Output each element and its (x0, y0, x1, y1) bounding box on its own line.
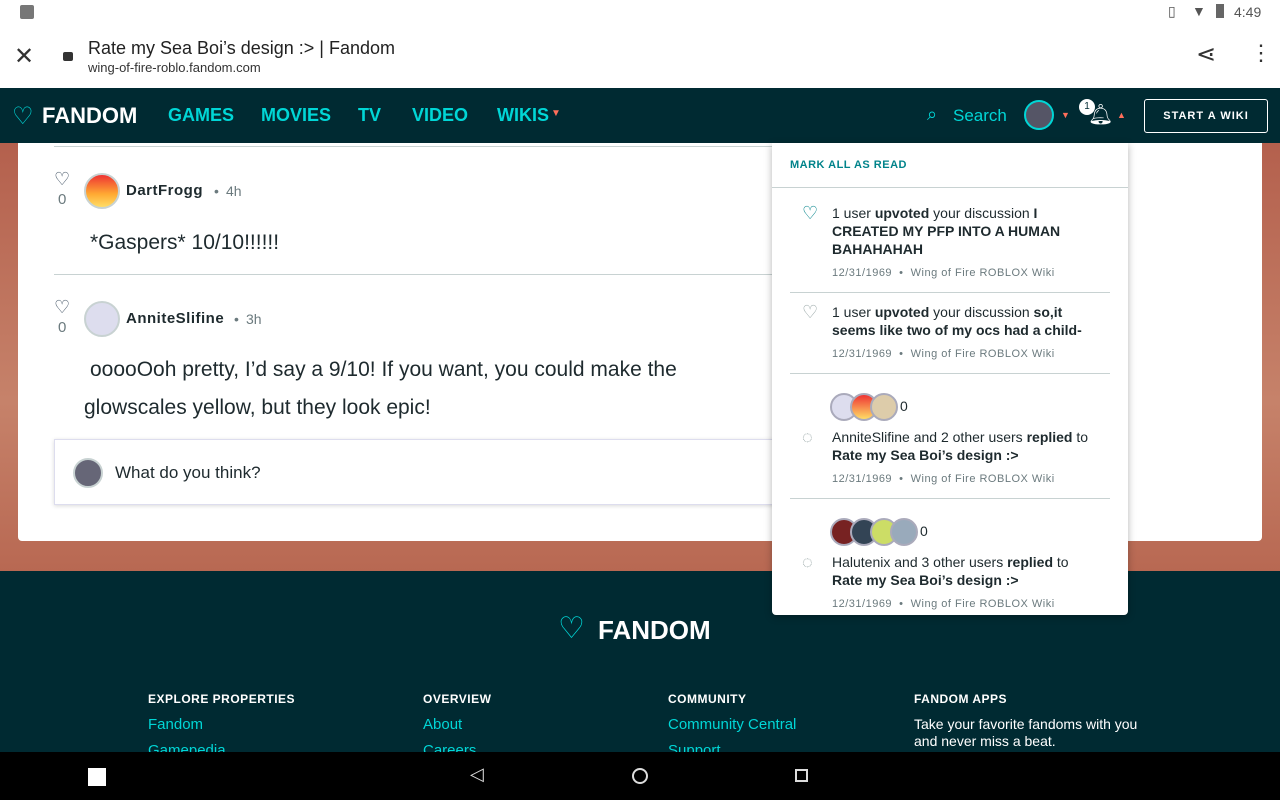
notification-badge: 1 (1079, 99, 1095, 115)
comment-time: 3h (246, 311, 262, 327)
like-icon[interactable]: ♡ (54, 297, 70, 318)
notification-item[interactable]: 1 user upvoted your discussion so,it see… (832, 303, 1102, 339)
fandom-heart-icon: ♡ (12, 103, 34, 130)
fandom-logo[interactable]: FANDOM (42, 103, 137, 129)
home-icon[interactable] (632, 768, 648, 784)
status-bar: ▯ ▼ 4:49 (0, 0, 1280, 24)
close-icon[interactable]: ✕ (14, 42, 34, 71)
android-nav-bar: ◁ (0, 752, 1280, 800)
notification-item[interactable]: 1 user upvoted your discussion I CREATED… (832, 204, 1102, 258)
like-count: 0 (58, 319, 67, 336)
caret-down-icon: ▼ (551, 108, 561, 119)
nav-video[interactable]: VIDEO (412, 105, 468, 126)
nav-wikis[interactable]: WIKIS (497, 105, 549, 126)
user-avatar[interactable] (1024, 100, 1054, 130)
footer-heading: EXPLORE PROPERTIES (148, 692, 296, 706)
screenshot-app-icon[interactable] (88, 768, 106, 786)
fandom-nav: ♡ FANDOM GAMES MOVIES TV VIDEO WIKIS ▼ ⌕… (0, 88, 1280, 143)
avatar[interactable] (84, 301, 120, 337)
page-title: Rate my Sea Boi’s design :> | Fandom (88, 38, 396, 58)
footer-logo: FANDOM (598, 615, 711, 645)
footer-heading: FANDOM APPS (914, 692, 1008, 706)
caret-down-icon: ▼ (1061, 110, 1070, 120)
mark-all-read-button[interactable]: MARK ALL AS READ (790, 159, 907, 171)
heart-icon: ♡ (802, 203, 819, 223)
wifi-icon: ▼ (1192, 3, 1206, 19)
avatar-stack: 0 (830, 518, 928, 546)
notification-item[interactable]: Halutenix and 3 other users replied to R… (832, 553, 1102, 589)
avatar (73, 458, 103, 488)
search-icon[interactable]: ⌕ (927, 104, 937, 125)
footer-heading: COMMUNITY (668, 692, 747, 706)
avatar-stack: 0 (830, 393, 908, 421)
comment-author[interactable]: AnniteSlifine (126, 310, 224, 327)
comment-author[interactable]: DartFrogg (126, 182, 203, 199)
nav-games[interactable]: GAMES (168, 105, 234, 126)
footer-apps-text: Take your favorite fandoms with you and … (914, 716, 1138, 749)
heart-icon: ♡ (802, 302, 819, 322)
notification-item[interactable]: AnniteSlifine and 2 other users replied … (832, 428, 1102, 464)
clock: 4:49 (1234, 4, 1262, 20)
footer-link[interactable]: Fandom (148, 716, 203, 733)
more-menu-icon[interactable]: ⋮ (1250, 40, 1272, 66)
footer-link[interactable]: Community Central (668, 716, 796, 733)
fandom-heart-icon: ♡ (558, 612, 585, 645)
footer-link[interactable]: About (423, 716, 462, 733)
nav-movies[interactable]: MOVIES (261, 105, 331, 126)
reply-input[interactable]: What do you think? (115, 463, 261, 483)
start-wiki-button[interactable]: START A WIKI (1144, 99, 1268, 133)
search-link[interactable]: Search (953, 106, 1007, 126)
battery-icon (1216, 4, 1224, 18)
avatar[interactable] (84, 173, 120, 209)
caret-up-icon: ▲ (1117, 110, 1126, 120)
notifications-dropdown: MARK ALL AS READ ♡ 1 user upvoted your d… (772, 143, 1128, 615)
comment-time: 4h (226, 183, 242, 199)
nav-tv[interactable]: TV (358, 105, 381, 126)
comment-text: *Gaspers* 10/10!!!!!! (90, 231, 280, 254)
recents-icon[interactable] (795, 769, 808, 782)
vibrate-icon: ▯ (1168, 3, 1176, 19)
lock-icon (63, 52, 73, 61)
comment-text: ooooOoh pretty, I’d say a 9/10! If you w… (90, 358, 677, 381)
comment-icon: ◌ (802, 552, 813, 572)
browser-toolbar: ✕ Rate my Sea Boi’s design :> | Fandom w… (0, 24, 1280, 88)
share-icon[interactable]: ⋖ (1196, 40, 1216, 69)
back-icon[interactable]: ◁ (470, 764, 484, 785)
footer-heading: OVERVIEW (423, 692, 492, 706)
image-notification-icon (20, 5, 34, 19)
like-icon[interactable]: ♡ (54, 169, 70, 190)
comment-text: glowscales yellow, but they look epic! (84, 396, 431, 419)
page-url[interactable]: wing-of-fire-roblo.fandom.com (88, 60, 261, 75)
like-count: 0 (58, 191, 67, 208)
reply-box[interactable]: What do you think? (54, 439, 794, 505)
comment-icon: ◌ (802, 427, 813, 447)
